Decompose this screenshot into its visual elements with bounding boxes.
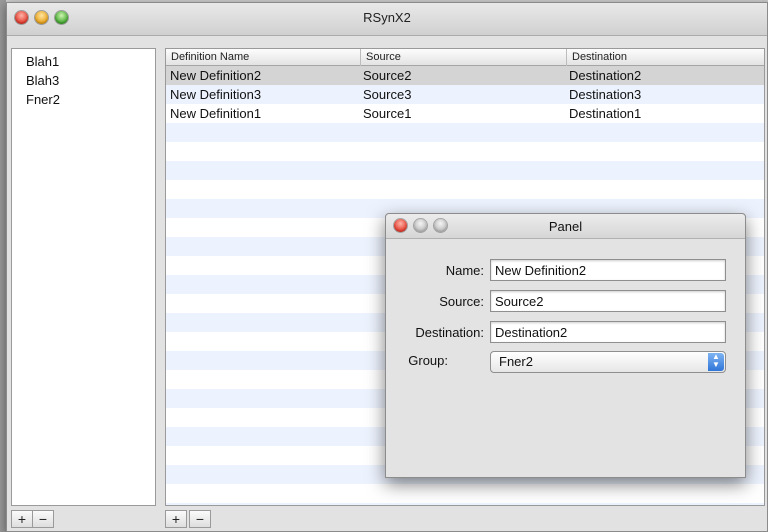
cell-destination: Destination2 bbox=[569, 68, 642, 83]
definition-panel: Panel Name: Source: Destination: Group: … bbox=[385, 213, 746, 478]
cell-source: Source2 bbox=[363, 68, 412, 83]
cell-definition-name: New Definition1 bbox=[170, 106, 262, 121]
group-list[interactable]: Blah1 Blah3 Fner2 bbox=[11, 48, 156, 506]
remove-group-button[interactable]: − bbox=[32, 510, 54, 528]
group-label: Group: bbox=[408, 353, 448, 368]
group-list-item[interactable]: Blah1 bbox=[26, 54, 59, 72]
title-bar[interactable]: RSynX2 bbox=[7, 3, 767, 36]
source-label: Source: bbox=[439, 294, 484, 309]
name-field[interactable] bbox=[490, 259, 726, 281]
group-list-item[interactable]: Blah3 bbox=[26, 73, 59, 91]
group-select[interactable]: Fner2 ▲ ▼ bbox=[490, 351, 726, 373]
cell-destination: Destination1 bbox=[569, 106, 642, 121]
empty-row-stripe bbox=[166, 503, 764, 505]
cell-source: Source1 bbox=[363, 106, 412, 121]
cell-destination: Destination3 bbox=[569, 87, 642, 102]
table-row[interactable]: New Definition3 Source3 Destination3 bbox=[166, 85, 764, 104]
column-header-definition-name[interactable]: Definition Name bbox=[166, 50, 360, 65]
table-row[interactable]: New Definition1 Source1 Destination1 bbox=[166, 104, 764, 123]
remove-definition-button[interactable]: − bbox=[189, 510, 211, 528]
column-header-source[interactable]: Source bbox=[361, 50, 566, 65]
add-definition-button[interactable]: + bbox=[165, 510, 187, 528]
cell-source: Source3 bbox=[363, 87, 412, 102]
group-select-value: Fner2 bbox=[499, 354, 533, 369]
panel-title-bar[interactable]: Panel bbox=[386, 214, 745, 239]
table-row[interactable]: New Definition2 Source2 Destination2 bbox=[166, 66, 764, 85]
add-group-button[interactable]: + bbox=[11, 510, 33, 528]
updown-arrows-icon: ▲ ▼ bbox=[708, 353, 724, 371]
name-label: Name: bbox=[445, 263, 484, 278]
window-title: RSynX2 bbox=[363, 10, 411, 25]
column-header-destination[interactable]: Destination bbox=[567, 50, 764, 65]
destination-field[interactable] bbox=[490, 321, 726, 343]
cell-definition-name: New Definition3 bbox=[170, 87, 262, 102]
panel-title: Panel bbox=[548, 219, 583, 234]
empty-row-stripe bbox=[166, 161, 764, 180]
destination-label: Destination: bbox=[415, 325, 484, 340]
empty-row-stripe bbox=[166, 123, 764, 142]
cell-definition-name: New Definition2 bbox=[170, 68, 262, 83]
source-field[interactable] bbox=[490, 290, 726, 312]
table-header: Definition Name Source Destination bbox=[166, 49, 764, 66]
group-list-item[interactable]: Fner2 bbox=[26, 92, 60, 110]
